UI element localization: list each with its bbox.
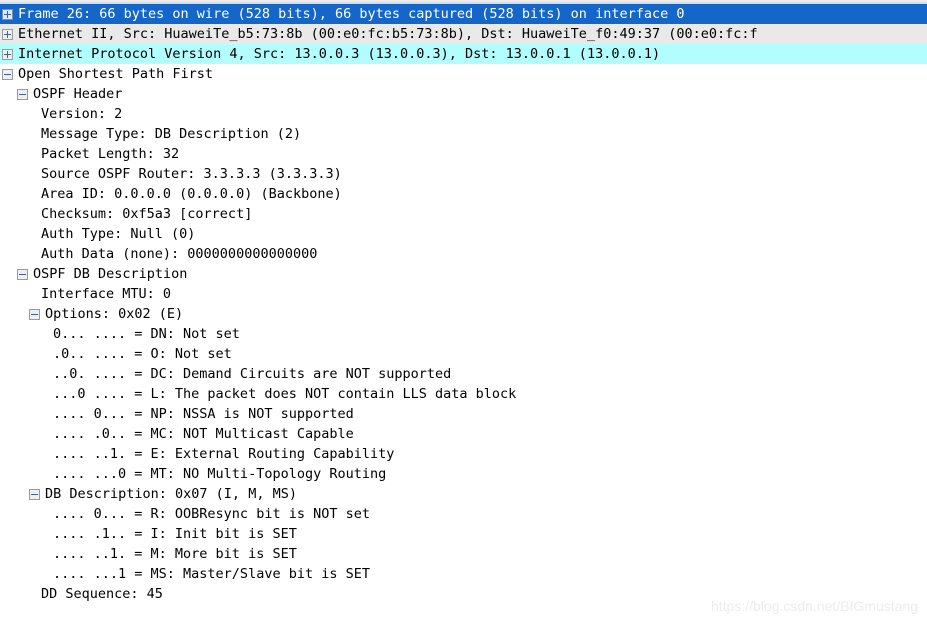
tree-row-label: OSPF Header: [33, 86, 123, 102]
tree-row-content: .... .0.. = MC: NOT Multicast Capable: [0, 426, 354, 442]
tree-row-content: Auth Data (none): 0000000000000000: [0, 246, 317, 262]
tree-row-area-id[interactable]: Area ID: 0.0.0.0 (0.0.0.0) (Backbone): [0, 184, 927, 204]
packet-details-pane[interactable]: Frame 26: 66 bytes on wire (528 bits), 6…: [0, 0, 927, 620]
tree-row-label: .... .1.. = I: Init bit is SET: [53, 526, 297, 542]
tree-row-dbd-m[interactable]: .... ..1. = M: More bit is SET: [0, 544, 927, 564]
tree-row-content: .... .1.. = I: Init bit is SET: [0, 526, 297, 542]
tree-row-opt-dc[interactable]: ..0. .... = DC: Demand Circuits are NOT …: [0, 364, 927, 384]
watermark-text: https://blog.csdn.net/BIGmustang: [710, 598, 918, 614]
tree-row-ospf[interactable]: Open Shortest Path First: [0, 64, 927, 84]
expand-plus-icon[interactable]: [2, 9, 13, 20]
tree-row-label: .... 0... = NP: NSSA is NOT supported: [53, 406, 354, 422]
tree-row-content: Checksum: 0xf5a3 [correct]: [0, 206, 252, 222]
protocol-tree[interactable]: Frame 26: 66 bytes on wire (528 bits), 6…: [0, 4, 927, 604]
tree-row-content: OSPF DB Description: [0, 266, 187, 282]
tree-row-auth-data[interactable]: Auth Data (none): 0000000000000000: [0, 244, 927, 264]
tree-row-ipv4[interactable]: Internet Protocol Version 4, Src: 13.0.0…: [0, 44, 927, 64]
tree-row-content: ...0 .... = L: The packet does NOT conta…: [0, 386, 516, 402]
tree-row-content: Ethernet II, Src: HuaweiTe_b5:73:8b (00:…: [0, 26, 758, 42]
tree-row-label: Version: 2: [41, 106, 123, 122]
tree-row-content: Frame 26: 66 bytes on wire (528 bits), 6…: [0, 6, 684, 22]
tree-row-content: Open Shortest Path First: [0, 66, 213, 82]
tree-row-opt-l[interactable]: ...0 .... = L: The packet does NOT conta…: [0, 384, 927, 404]
collapse-minus-icon[interactable]: [29, 309, 40, 320]
tree-row-options[interactable]: Options: 0x02 (E): [0, 304, 927, 324]
tree-row-auth-type[interactable]: Auth Type: Null (0): [0, 224, 927, 244]
tree-row-opt-dn[interactable]: 0... .... = DN: Not set: [0, 324, 927, 344]
collapse-minus-icon[interactable]: [17, 269, 28, 280]
tree-row-label: Auth Data (none): 0000000000000000: [41, 246, 318, 262]
tree-row-label: .0.. .... = O: Not set: [53, 346, 232, 362]
tree-row-content: 0... .... = DN: Not set: [0, 326, 240, 342]
tree-row-label: Internet Protocol Version 4, Src: 13.0.0…: [18, 46, 661, 62]
collapse-minus-icon[interactable]: [17, 89, 28, 100]
tree-row-interface-mtu[interactable]: Interface MTU: 0: [0, 284, 927, 304]
tree-row-label: ..0. .... = DC: Demand Circuits are NOT …: [53, 366, 452, 382]
tree-row-label: .... ..1. = E: External Routing Capabili…: [53, 446, 395, 462]
tree-row-label: Area ID: 0.0.0.0 (0.0.0.0) (Backbone): [41, 186, 342, 202]
tree-row-label: DB Description: 0x07 (I, M, MS): [45, 486, 297, 502]
tree-row-dbd-ms[interactable]: .... ...1 = MS: Master/Slave bit is SET: [0, 564, 927, 584]
tree-row-dbd-i[interactable]: .... .1.. = I: Init bit is SET: [0, 524, 927, 544]
tree-row-checksum[interactable]: Checksum: 0xf5a3 [correct]: [0, 204, 927, 224]
tree-row-content: Interface MTU: 0: [0, 286, 171, 302]
expand-plus-icon[interactable]: [2, 29, 13, 40]
tree-row-label: .... .0.. = MC: NOT Multicast Capable: [53, 426, 354, 442]
tree-row-label: .... ..1. = M: More bit is SET: [53, 546, 297, 562]
tree-row-opt-o[interactable]: .0.. .... = O: Not set: [0, 344, 927, 364]
tree-row-message-type[interactable]: Message Type: DB Description (2): [0, 124, 927, 144]
tree-row-label: Frame 26: 66 bytes on wire (528 bits), 6…: [18, 6, 685, 22]
tree-row-content: Auth Type: Null (0): [0, 226, 195, 242]
tree-row-source-router[interactable]: Source OSPF Router: 3.3.3.3 (3.3.3.3): [0, 164, 927, 184]
tree-row-dbd-r[interactable]: .... 0... = R: OOBResync bit is NOT set: [0, 504, 927, 524]
tree-row-label: DD Sequence: 45: [41, 586, 163, 602]
tree-row-ospf-header[interactable]: OSPF Header: [0, 84, 927, 104]
tree-row-label: ...0 .... = L: The packet does NOT conta…: [53, 386, 517, 402]
tree-row-content: Source OSPF Router: 3.3.3.3 (3.3.3.3): [0, 166, 342, 182]
collapse-minus-icon[interactable]: [2, 69, 13, 80]
tree-row-ethernet[interactable]: Ethernet II, Src: HuaweiTe_b5:73:8b (00:…: [0, 24, 927, 44]
tree-row-content: .... ..1. = M: More bit is SET: [0, 546, 297, 562]
tree-row-label: Ethernet II, Src: HuaweiTe_b5:73:8b (00:…: [18, 26, 758, 42]
tree-row-content: DB Description: 0x07 (I, M, MS): [0, 486, 297, 502]
tree-row-label: .... 0... = R: OOBResync bit is NOT set: [53, 506, 370, 522]
tree-row-content: .... 0... = NP: NSSA is NOT supported: [0, 406, 354, 422]
tree-row-content: .0.. .... = O: Not set: [0, 346, 232, 362]
expand-plus-icon[interactable]: [2, 49, 13, 60]
tree-row-opt-mt[interactable]: .... ...0 = MT: NO Multi-Topology Routin…: [0, 464, 927, 484]
tree-row-content: .... ...0 = MT: NO Multi-Topology Routin…: [0, 466, 386, 482]
tree-row-label: Packet Length: 32: [41, 146, 180, 162]
tree-row-label: Message Type: DB Description (2): [41, 126, 302, 142]
tree-row-label: .... ...1 = MS: Master/Slave bit is SET: [53, 566, 370, 582]
tree-row-label: Source OSPF Router: 3.3.3.3 (3.3.3.3): [41, 166, 342, 182]
tree-row-frame[interactable]: Frame 26: 66 bytes on wire (528 bits), 6…: [0, 4, 927, 24]
tree-row-content: Packet Length: 32: [0, 146, 179, 162]
tree-row-content: Version: 2: [0, 106, 122, 122]
tree-row-label: Options: 0x02 (E): [45, 306, 184, 322]
tree-row-packet-length[interactable]: Packet Length: 32: [0, 144, 927, 164]
tree-row-label: Checksum: 0xf5a3 [correct]: [41, 206, 253, 222]
tree-row-label: Interface MTU: 0: [41, 286, 172, 302]
tree-row-label: Auth Type: Null (0): [41, 226, 196, 242]
tree-row-label: .... ...0 = MT: NO Multi-Topology Routin…: [53, 466, 387, 482]
tree-row-opt-e[interactable]: .... ..1. = E: External Routing Capabili…: [0, 444, 927, 464]
tree-row-version[interactable]: Version: 2: [0, 104, 927, 124]
tree-row-content: .... ..1. = E: External Routing Capabili…: [0, 446, 394, 462]
tree-row-opt-mc[interactable]: .... .0.. = MC: NOT Multicast Capable: [0, 424, 927, 444]
tree-row-db-description[interactable]: DB Description: 0x07 (I, M, MS): [0, 484, 927, 504]
tree-row-content: Internet Protocol Version 4, Src: 13.0.0…: [0, 46, 660, 62]
tree-row-content: .... 0... = R: OOBResync bit is NOT set: [0, 506, 370, 522]
tree-row-label: OSPF DB Description: [33, 266, 188, 282]
tree-row-ospf-db-description[interactable]: OSPF DB Description: [0, 264, 927, 284]
tree-row-label: Open Shortest Path First: [18, 66, 214, 82]
tree-row-content: Options: 0x02 (E): [0, 306, 183, 322]
tree-row-content: .... ...1 = MS: Master/Slave bit is SET: [0, 566, 370, 582]
tree-row-content: DD Sequence: 45: [0, 586, 163, 602]
collapse-minus-icon[interactable]: [29, 489, 40, 500]
tree-row-label: 0... .... = DN: Not set: [53, 326, 240, 342]
tree-row-content: Area ID: 0.0.0.0 (0.0.0.0) (Backbone): [0, 186, 342, 202]
tree-row-opt-np[interactable]: .... 0... = NP: NSSA is NOT supported: [0, 404, 927, 424]
tree-row-content: Message Type: DB Description (2): [0, 126, 301, 142]
tree-row-content: ..0. .... = DC: Demand Circuits are NOT …: [0, 366, 451, 382]
